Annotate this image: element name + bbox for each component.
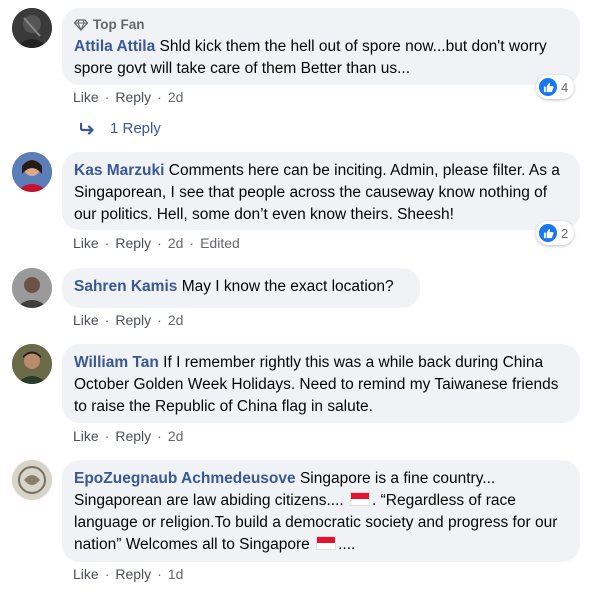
like-button[interactable]: Like [73,312,99,328]
thumbs-up-icon [539,224,557,242]
comment-text-part3: .... [338,536,356,553]
reply-button[interactable]: Reply [115,428,151,444]
avatar[interactable] [12,460,52,500]
reply-arrow-icon [80,122,94,135]
reaction-count[interactable]: 4 [536,75,575,99]
comment-actions: Like · Reply · 2d [73,89,184,105]
comment-bubble: Top Fan Attila Attila Shld kick them the… [62,8,580,85]
avatar[interactable] [12,152,52,192]
comment-bubble: EpoZuegnaub Achmedeusove Singapore is a … [62,460,580,562]
reply-button[interactable]: Reply [115,566,151,582]
like-button[interactable]: Like [73,566,99,582]
view-replies-link[interactable]: 1 Reply [80,120,161,137]
like-button[interactable]: Like [73,428,99,444]
reply-button[interactable]: Reply [115,89,151,105]
avatar[interactable] [12,268,52,308]
comment-author[interactable]: Kas Marzuki [74,162,164,179]
comment-author[interactable]: William Tan [74,354,159,371]
comment-bubble: Kas Marzuki Comments here can be incitin… [62,152,580,230]
reaction-number: 4 [561,79,569,95]
comment-timestamp[interactable]: 2d [168,89,184,105]
comment-author[interactable]: Attila Attila [74,38,155,55]
comment-actions: Like · Reply · 2d [73,428,184,444]
avatar[interactable] [12,344,52,384]
edited-label[interactable]: Edited [200,235,240,251]
avatar[interactable] [12,8,52,48]
singapore-flag-emoji [350,492,370,506]
thumbs-up-icon [539,78,557,96]
comment-actions: Like · Reply · 2d · Edited [73,235,240,251]
reaction-count[interactable]: 2 [536,221,575,245]
comment-text: May I know the exact location? [181,278,394,295]
comment-actions: Like · Reply · 1d [73,566,184,582]
badge-label: Top Fan [93,17,145,32]
diamond-icon [74,19,88,31]
comment-bubble: Sahren Kamis May I know the exact locati… [62,268,420,308]
reply-button[interactable]: Reply [115,235,151,251]
reaction-number: 2 [561,225,569,241]
top-fan-badge: Top Fan [74,16,568,34]
singapore-flag-emoji [316,536,337,550]
comment-timestamp[interactable]: 2d [168,235,184,251]
comment-timestamp[interactable]: 2d [168,312,184,328]
like-button[interactable]: Like [73,89,99,105]
comment-author[interactable]: Sahren Kamis [74,278,177,295]
view-replies-label[interactable]: 1 Reply [110,120,161,137]
reply-button[interactable]: Reply [115,312,151,328]
comment-bubble: William Tan If I remember rightly this w… [62,344,580,423]
comment-actions: Like · Reply · 2d [73,312,184,328]
comment-timestamp[interactable]: 2d [168,428,184,444]
comment-timestamp[interactable]: 1d [168,566,184,582]
comment-author[interactable]: EpoZuegnaub Achmedeusove [74,470,296,487]
like-button[interactable]: Like [73,235,99,251]
